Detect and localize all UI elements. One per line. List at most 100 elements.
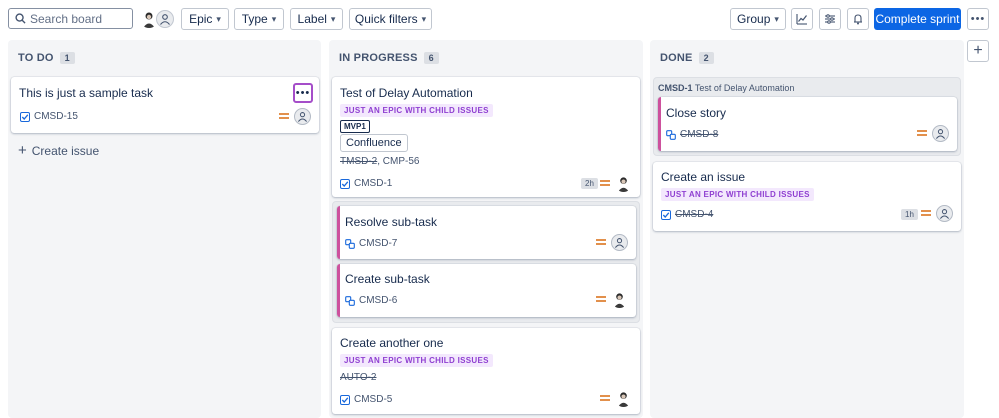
estimate-badge: 1h [901,209,918,220]
column-title: TO DO [18,52,54,64]
card-key: CMSD-6 [345,295,397,306]
chevron-down-icon: ▾ [271,13,277,24]
card-key: CMSD-1 [340,178,392,189]
issue-card-cmsd-5[interactable]: Create another one JUST AN EPIC WITH CHI… [332,328,640,414]
add-column-button[interactable]: + [967,40,989,62]
card-title: Test of Delay Automation [340,86,473,100]
column-header: TO DO 1 [18,52,75,64]
type-filter-button[interactable]: Type ▾ [234,8,284,30]
subtask-icon [666,129,676,140]
issue-card-cmsd-8[interactable]: Close story CMSD-8 [658,97,957,151]
column-title: DONE [660,52,693,64]
priority-medium-icon [917,130,927,136]
plus-icon: + [973,42,983,59]
card-title: Create sub-task [345,272,430,286]
board-more-button[interactable]: ••• [967,8,989,30]
card-title: Create another one [340,336,444,350]
chevron-down-icon: ▾ [330,13,336,24]
priority-medium-icon [921,210,931,216]
parent-issue-label[interactable]: CMSD-1 Test of Delay Automation [658,83,794,93]
card-key: CMSD-15 [20,111,78,122]
issue-card-cmsd-4[interactable]: Create an issue JUST AN EPIC WITH CHILD … [653,162,961,231]
linked-issues: TMSD-2, CMP-56 [340,156,420,167]
more-icon: ••• [970,13,986,25]
group-label: Group [737,12,771,26]
generic-user-icon[interactable] [156,10,174,28]
insights-button[interactable] [791,8,813,30]
card-title: Close story [666,106,727,120]
search-icon [15,13,26,24]
insights-icon [796,14,807,25]
issue-card-cmsd-15[interactable]: This is just a sample task CMSD-15 [11,77,319,133]
priority-medium-icon [600,395,610,401]
card-key: CMSD-8 [666,129,718,140]
epic-lozenge: JUST AN EPIC WITH CHILD ISSUES [340,354,493,367]
quick-filters-button[interactable]: Quick filters ▾ [349,8,432,30]
epic-lozenge: JUST AN EPIC WITH CHILD ISSUES [340,104,493,117]
generic-user-icon[interactable] [294,108,311,125]
chevron-down-icon: ▾ [421,13,427,24]
task-checkbox-icon [340,394,350,405]
issue-card-cmsd-1[interactable]: Test of Delay Automation JUST AN EPIC WI… [332,77,640,197]
view-settings-button[interactable] [819,8,841,30]
linked-issues: AUTO-2 [340,372,377,383]
person-avatar-icon[interactable] [611,291,628,308]
automation-button[interactable] [847,8,869,30]
priority-medium-icon [596,296,606,302]
card-key: CMSD-5 [340,394,392,405]
card-more-button[interactable]: ••• [293,83,313,103]
estimate-badge: 2h [581,178,598,189]
column-header: DONE 2 [660,52,714,64]
parent-issue-key: CMSD-1 [658,83,693,93]
subtask-icon [345,238,355,249]
subtask-icon [345,295,355,306]
assignee-avatars [140,9,176,29]
linked-issue-done[interactable]: AUTO-2 [340,372,377,383]
create-issue-button[interactable]: + Create issue [18,142,100,159]
group-button[interactable]: Group ▾ [730,8,786,30]
view-settings-icon [825,14,835,24]
linked-issue-done[interactable]: TMSD-2 [340,156,377,167]
card-title: Resolve sub-task [345,215,438,229]
card-key: CMSD-4 [661,209,713,220]
column-count-badge: 6 [423,52,439,64]
generic-user-icon[interactable] [932,125,949,142]
complete-sprint-label: Complete sprint [875,12,960,26]
type-filter-label: Type [241,12,268,26]
label-filter-button[interactable]: Label ▾ [290,8,343,30]
chevron-down-icon: ▾ [216,13,221,24]
search-input[interactable] [30,11,130,26]
task-checkbox-icon [661,209,671,220]
more-icon: ••• [295,87,311,99]
parent-issue-title: Test of Delay Automation [694,83,795,93]
column-title: IN PROGRESS [339,52,418,64]
person-avatar-icon[interactable] [615,175,632,192]
create-issue-label: Create issue [31,144,100,158]
card-title: Create an issue [661,170,746,184]
epic-filter-button[interactable]: Epic ▾ [181,8,229,30]
priority-medium-icon [600,180,610,186]
card-key: CMSD-7 [345,238,397,249]
board-toolbar: Epic ▾ Type ▾ Label ▾ Quick filters ▾ Gr… [0,0,999,40]
issue-card-cmsd-6[interactable]: Create sub-task CMSD-6 [337,264,636,317]
subtask-color-bar [337,206,340,259]
column-count-badge: 2 [698,52,714,64]
issue-card-cmsd-7[interactable]: Resolve sub-task CMSD-7 [337,206,636,259]
generic-user-icon[interactable] [611,234,628,251]
person-avatar-icon[interactable] [615,390,632,407]
complete-sprint-button[interactable]: Complete sprint [874,8,961,30]
label-filter-label: Label [297,12,327,26]
subtask-color-bar [337,264,340,317]
priority-medium-icon [596,239,606,245]
automation-icon [854,14,862,25]
epic-filter-label: Epic [189,12,213,26]
plus-icon: + [18,142,27,159]
column-count-badge: 1 [59,52,75,64]
task-checkbox-icon [20,111,30,122]
card-title: This is just a sample task [19,86,154,100]
linked-issue-open[interactable]: CMP-56 [383,156,420,167]
search-board-field[interactable] [8,8,133,29]
generic-user-icon[interactable] [936,205,953,222]
column-header: IN PROGRESS 6 [339,52,439,64]
quick-filters-label: Quick filters [354,12,418,26]
